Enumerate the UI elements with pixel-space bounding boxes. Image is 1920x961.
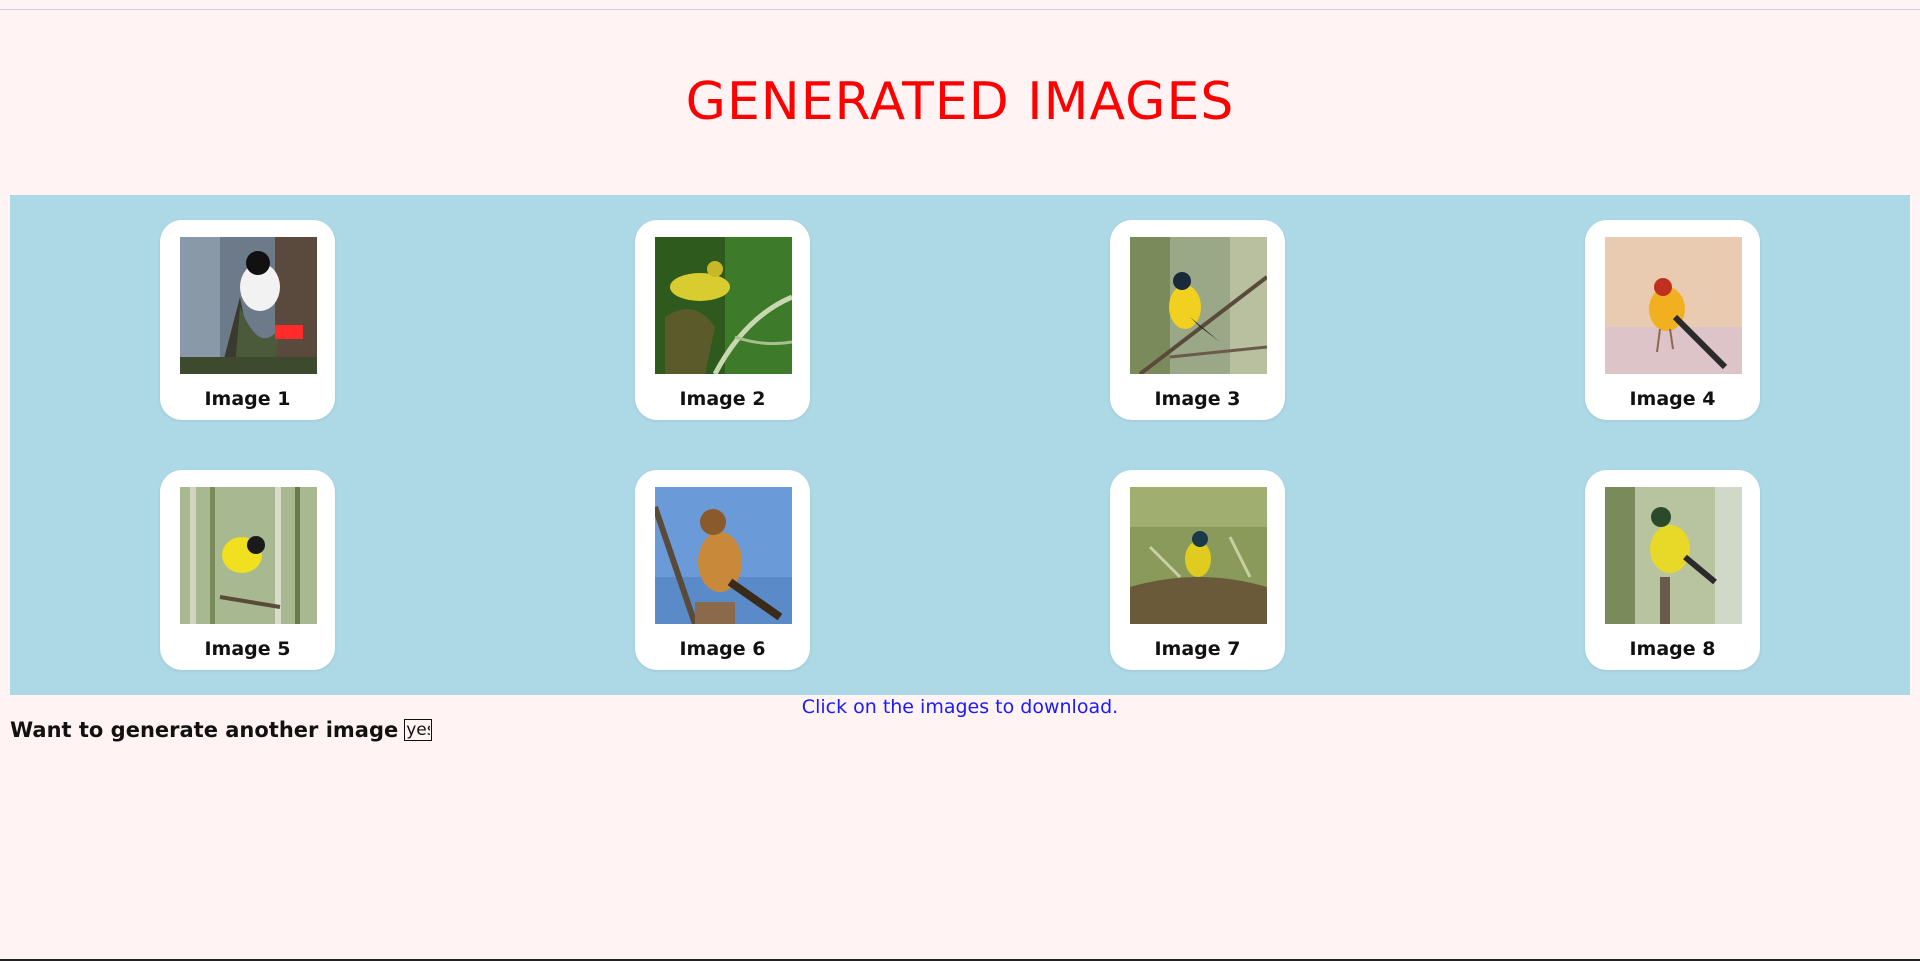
page-title: GENERATED IMAGES (685, 72, 1235, 132)
image-card-6[interactable]: Image 6 (635, 470, 810, 670)
image-caption: Image 5 (204, 638, 291, 660)
image-caption: Image 4 (1629, 388, 1716, 410)
download-hint: Click on the images to download. (801, 696, 1119, 718)
image-card-3[interactable]: Image 3 (1110, 220, 1285, 420)
image-card-7[interactable]: Image 7 (1110, 470, 1285, 670)
image-caption: Image 2 (679, 388, 766, 410)
generated-image-4[interactable] (1605, 237, 1742, 374)
image-card-2[interactable]: Image 2 (635, 220, 810, 420)
image-card-5[interactable]: Image 5 (160, 470, 335, 670)
image-caption: Image 3 (1154, 388, 1241, 410)
image-caption: Image 1 (204, 388, 291, 410)
image-caption: Image 8 (1629, 638, 1716, 660)
image-caption: Image 6 (679, 638, 766, 660)
image-card-8[interactable]: Image 8 (1585, 470, 1760, 670)
image-card-4[interactable]: Image 4 (1585, 220, 1760, 420)
image-caption: Image 7 (1154, 638, 1241, 660)
top-divider (0, 9, 1920, 10)
image-card-1[interactable]: Image 1 (160, 220, 335, 420)
generated-image-5[interactable] (180, 487, 317, 624)
generate-again-label: Want to generate another image (10, 718, 399, 742)
generated-image-6[interactable] (655, 487, 792, 624)
generate-again-row: Want to generate another image (10, 718, 433, 742)
generated-image-1[interactable] (180, 237, 317, 374)
generated-image-2[interactable] (655, 237, 792, 374)
image-gallery: Image 1 Image 2 Image 3 Image 4 Image 5 … (10, 195, 1910, 695)
generated-image-7[interactable] (1130, 487, 1267, 624)
generated-image-8[interactable] (1605, 487, 1742, 624)
generated-image-3[interactable] (1130, 237, 1267, 374)
generate-again-input[interactable] (404, 719, 433, 741)
